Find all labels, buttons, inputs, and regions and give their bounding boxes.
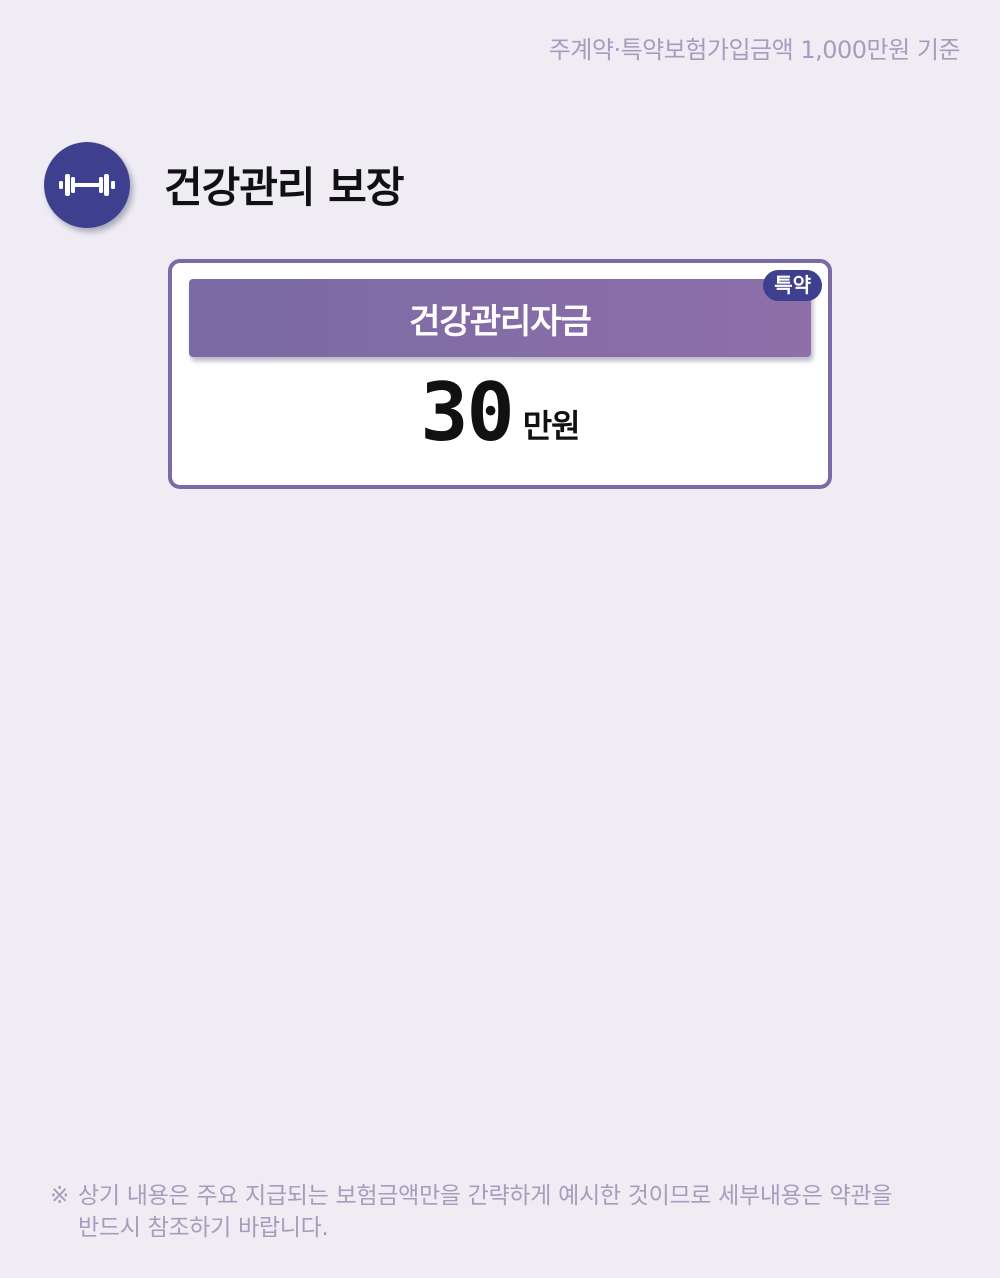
benefit-amount: 30 만원 — [172, 373, 828, 453]
amount-value: 30 — [420, 366, 514, 459]
benefit-name: 건강관리자금 — [409, 301, 592, 342]
disclaimer-line-1: 상기 내용은 주요 지급되는 보험금액만을 간략하게 예시한 것이므로 세부내용… — [78, 1183, 893, 1209]
disclaimer: ※ 상기 내용은 주요 지급되는 보험금액만을 간략하게 예시한 것이므로 세부내… — [50, 1180, 960, 1244]
reference-mark: ※ — [50, 1183, 69, 1209]
section-title: 건강관리 보장 — [164, 163, 404, 212]
section-icon-badge — [44, 142, 130, 228]
benefit-card: 건강관리자금 특약 30 만원 — [168, 259, 832, 489]
benefit-card-header: 건강관리자금 — [189, 279, 811, 357]
amount-unit: 만원 — [522, 407, 581, 445]
rider-badge: 특약 — [763, 270, 822, 301]
dumbbell-icon — [59, 174, 115, 196]
disclaimer-line-2: 반드시 참조하기 바랍니다. — [78, 1215, 329, 1241]
basis-note: 주계약·특약보험가입금액 1,000만원 기준 — [548, 36, 961, 64]
